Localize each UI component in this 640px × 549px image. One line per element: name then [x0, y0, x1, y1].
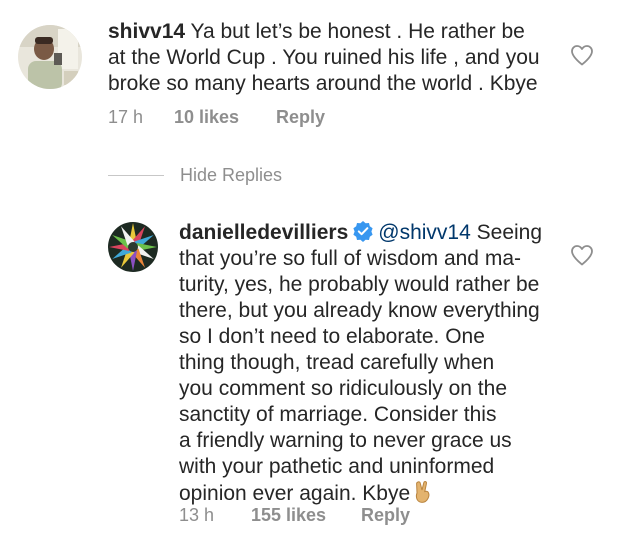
reply-line-6: thing though, tread carefully when: [179, 351, 495, 374]
hide-replies-toggle[interactable]: Hide Replies: [108, 163, 282, 187]
reply-username[interactable]: danielledevilliers: [179, 221, 348, 244]
comment-line-3: broke so many hearts around the world . …: [108, 72, 538, 95]
comment-likes[interactable]: 10 likes: [174, 107, 276, 128]
reply-likes[interactable]: 155 likes: [251, 505, 361, 526]
reply-avatar[interactable]: [108, 222, 158, 272]
reply-comment: danielledevilliers @shivv14 Seeing that y…: [0, 200, 640, 549]
divider: [108, 174, 164, 176]
victory-hand-icon: [416, 481, 430, 503]
avatar[interactable]: [18, 25, 82, 89]
comment-time[interactable]: 17 h: [108, 107, 174, 128]
comment-meta: 17 h 10 likes Reply: [108, 107, 325, 128]
reply-line-10: with your pathetic and uninformed: [179, 455, 495, 478]
reply-line-9: a friendly warning to never grace us: [179, 429, 512, 452]
verified-badge-icon: [353, 221, 373, 242]
reply-line-4: there, but you already know everything: [179, 299, 540, 322]
like-heart-icon[interactable]: [570, 244, 594, 266]
reply-line-7: you comment so ridiculously on the: [179, 377, 507, 400]
reply-line-11: opinion ever again. Kbye: [179, 482, 411, 505]
reply-line-1: Seeing: [470, 221, 543, 244]
reply-meta: 13 h 155 likes Reply: [179, 505, 410, 526]
reply-time[interactable]: 13 h: [179, 505, 251, 526]
reply-line-8: sanctity of marriage. Consider this: [179, 403, 497, 426]
comment-text: shivv14 Ya but let’s be honest . He rath…: [108, 19, 588, 97]
reply-line-2: that you’re so full of wisdom and ma-: [179, 247, 521, 270]
comment-reply-button[interactable]: Reply: [276, 107, 325, 128]
hide-replies-label: Hide Replies: [180, 164, 283, 185]
comment: shivv14 Ya but let’s be honest . He rath…: [0, 0, 640, 140]
reply-line-5: so I don’t need to elaborate. One: [179, 325, 485, 348]
reply-reply-button[interactable]: Reply: [361, 505, 410, 526]
reply-mention[interactable]: @shivv14: [378, 221, 471, 244]
comment-username[interactable]: shivv14: [108, 20, 185, 43]
comment-line-2: at the World Cup . You ruined his life ,…: [108, 46, 540, 69]
like-heart-icon[interactable]: [570, 44, 594, 66]
reply-text: danielledevilliers @shivv14 Seeing that y…: [179, 220, 559, 507]
reply-line-3: turity, yes, he probably would rather be: [179, 273, 540, 296]
comment-line-1: Ya but let’s be honest . He rather be: [190, 20, 525, 43]
